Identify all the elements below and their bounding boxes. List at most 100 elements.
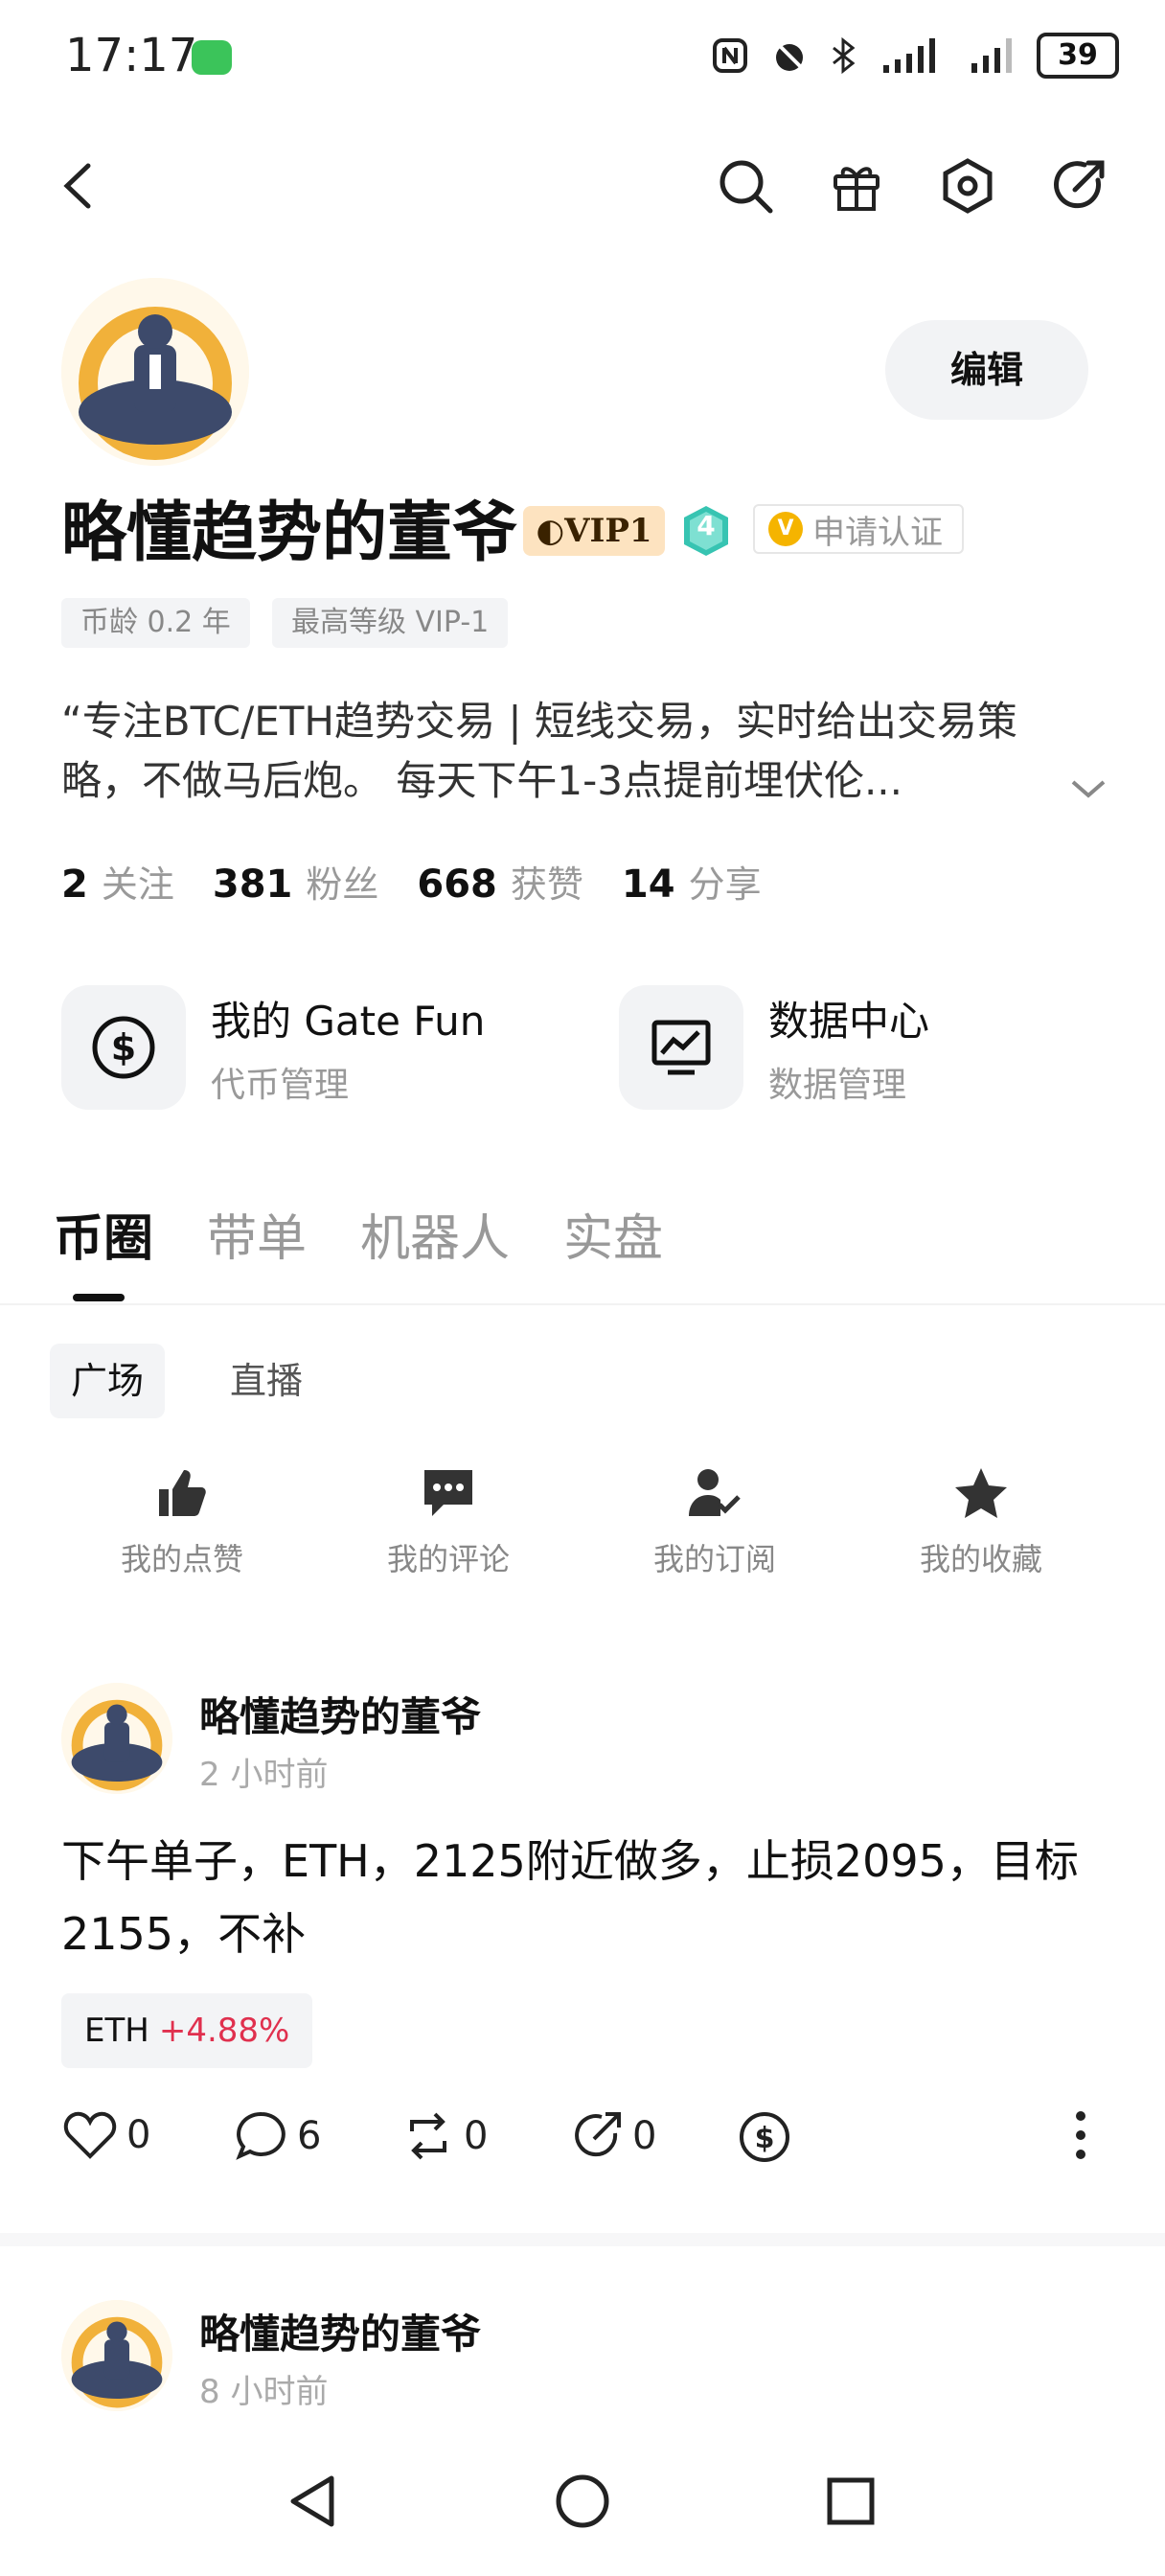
my-subscriptions-action[interactable]: 我的订阅: [619, 1466, 811, 1579]
my-likes-action[interactable]: 我的点赞: [86, 1466, 278, 1579]
signal-icon: [883, 38, 935, 73]
verify-label: 申请认证: [812, 513, 943, 552]
battery-indicator: 39: [1037, 33, 1119, 79]
edit-profile-button[interactable]: 编辑: [885, 320, 1088, 420]
like-count: 0: [126, 2113, 151, 2157]
comment-icon: [424, 1470, 472, 1516]
post-author-avatar[interactable]: [61, 1683, 172, 1794]
card-title: 我的 Gate Fun: [211, 997, 486, 1045]
tab-copy-trade[interactable]: 带单: [207, 1198, 307, 1270]
share-count: 0: [632, 2114, 657, 2158]
vip-badge: ◐VIP1: [523, 506, 665, 556]
wechat-notification-icon: [192, 40, 232, 75]
nav-recents-icon[interactable]: [822, 2472, 879, 2530]
status-icons: 39: [711, 33, 1119, 79]
comment-outline-icon: [236, 2111, 286, 2160]
like-button[interactable]: 0: [63, 2110, 150, 2160]
chevron-down-icon[interactable]: [1069, 774, 1108, 807]
heart-icon: [63, 2111, 117, 2159]
stat-value: 2: [61, 862, 88, 907]
profile-bio: “专注BTC/ETH趋势交易 | 短线交易，实时给出交易策略，不做马后炮。 每天…: [61, 698, 1017, 804]
thumbs-up-icon: [159, 1470, 206, 1516]
active-tab-indicator: [73, 1294, 125, 1301]
stat-label: 关注: [101, 863, 174, 906]
stat-label: 获赞: [510, 863, 583, 906]
action-label: 我的评论: [386, 1541, 510, 1577]
stat-label: 分享: [688, 863, 762, 906]
more-options-icon[interactable]: [1075, 2110, 1086, 2160]
post-time: 2 小时前: [199, 1756, 329, 1794]
subtab-live[interactable]: 直播: [209, 1344, 324, 1418]
level-badge: 4: [682, 504, 730, 558]
search-icon[interactable]: [713, 153, 778, 218]
alarm-icon: [774, 40, 805, 71]
post-time: 8 小时前: [199, 2373, 329, 2411]
comment-button[interactable]: 6: [236, 2110, 321, 2162]
repost-icon: [410, 2112, 446, 2160]
verified-v-icon: V: [768, 512, 803, 546]
content-tabs: 币圈 带单 机器人 实盘: [54, 1198, 663, 1270]
svg-text:$: $: [111, 1026, 136, 1069]
subtab-square[interactable]: 广场: [50, 1344, 166, 1418]
gate-fun-card[interactable]: $ 我的 Gate Fun 代币管理: [61, 985, 485, 1110]
coin-symbol: ETH: [84, 2012, 149, 2050]
action-label: 我的点赞: [120, 1541, 243, 1577]
share-post-button[interactable]: 0: [571, 2110, 656, 2162]
stat-following[interactable]: 2 关注: [61, 855, 174, 908]
repost-button[interactable]: 0: [402, 2110, 488, 2162]
level-number: 4: [697, 510, 716, 541]
svg-text:$: $: [755, 2122, 775, 2155]
stat-value: 14: [621, 862, 675, 907]
stat-value: 668: [417, 862, 497, 907]
vip-icon: ◐: [536, 512, 565, 550]
post-author-name[interactable]: 略懂趋势的董爷: [199, 1685, 481, 1743]
coin-change: +4.88%: [158, 2012, 290, 2050]
tab-live-account[interactable]: 实盘: [563, 1198, 663, 1270]
card-subtitle: 数据管理: [768, 1065, 907, 1105]
tab-coin-circle[interactable]: 币圈: [54, 1198, 153, 1270]
share-post-icon: [575, 2112, 621, 2157]
profile-stats: 2 关注 381 粉丝 668 获赞 14 分享: [61, 855, 762, 908]
post-author-avatar[interactable]: [61, 2300, 172, 2411]
profile-name: 略懂趋势的董爷: [61, 495, 518, 571]
stat-shares[interactable]: 14 分享: [622, 855, 762, 908]
verify-button[interactable]: V 申请认证: [753, 504, 964, 554]
system-navbar: [0, 2472, 1165, 2530]
stat-followers[interactable]: 381 粉丝: [213, 855, 379, 908]
my-favorites-action[interactable]: 我的收藏: [885, 1466, 1077, 1579]
bluetooth-icon: [833, 36, 856, 75]
dollar-circle-icon: $: [61, 985, 186, 1110]
account-age-tag: 币龄 0.2 年: [61, 598, 250, 648]
post-separator: [0, 2233, 1165, 2246]
status-time: 17:17: [65, 29, 198, 82]
post-body[interactable]: 下午单子，ETH，2125附近做多，止损2095，目标2155，不补: [61, 1825, 1106, 1970]
signal-icon-2: [971, 38, 1012, 73]
avatar[interactable]: [61, 278, 249, 466]
action-label: 我的订阅: [652, 1541, 776, 1577]
coin-tag[interactable]: ETH +4.88%: [61, 1993, 313, 2068]
nav-back-icon[interactable]: [286, 2472, 343, 2530]
tip-button[interactable]: $: [738, 2110, 791, 2164]
data-center-card[interactable]: 数据中心 数据管理: [619, 985, 929, 1110]
stat-value: 381: [212, 862, 293, 907]
vip-badge-label: VIP1: [564, 512, 652, 550]
repost-count: 0: [464, 2114, 489, 2158]
nfc-icon: [713, 38, 747, 73]
post-author-name[interactable]: 略懂趋势的董爷: [199, 2302, 481, 2360]
star-icon: [955, 1468, 1007, 1518]
back-icon[interactable]: [46, 153, 111, 218]
my-comments-action[interactable]: 我的评论: [353, 1466, 544, 1579]
chart-monitor-icon: [619, 985, 743, 1110]
max-level-tag: 最高等级 VIP-1: [272, 598, 509, 648]
share-icon[interactable]: [1046, 153, 1111, 218]
action-label: 我的收藏: [919, 1541, 1042, 1577]
stat-label: 粉丝: [306, 863, 379, 906]
divider: [0, 1303, 1165, 1305]
tab-robot[interactable]: 机器人: [360, 1198, 510, 1270]
nav-home-icon[interactable]: [554, 2472, 611, 2530]
card-title: 数据中心: [768, 997, 930, 1045]
dollar-circle-icon: $: [740, 2112, 789, 2162]
stat-likes[interactable]: 668 获赞: [417, 855, 583, 908]
settings-icon[interactable]: [935, 153, 1000, 218]
gift-icon[interactable]: [824, 153, 889, 218]
